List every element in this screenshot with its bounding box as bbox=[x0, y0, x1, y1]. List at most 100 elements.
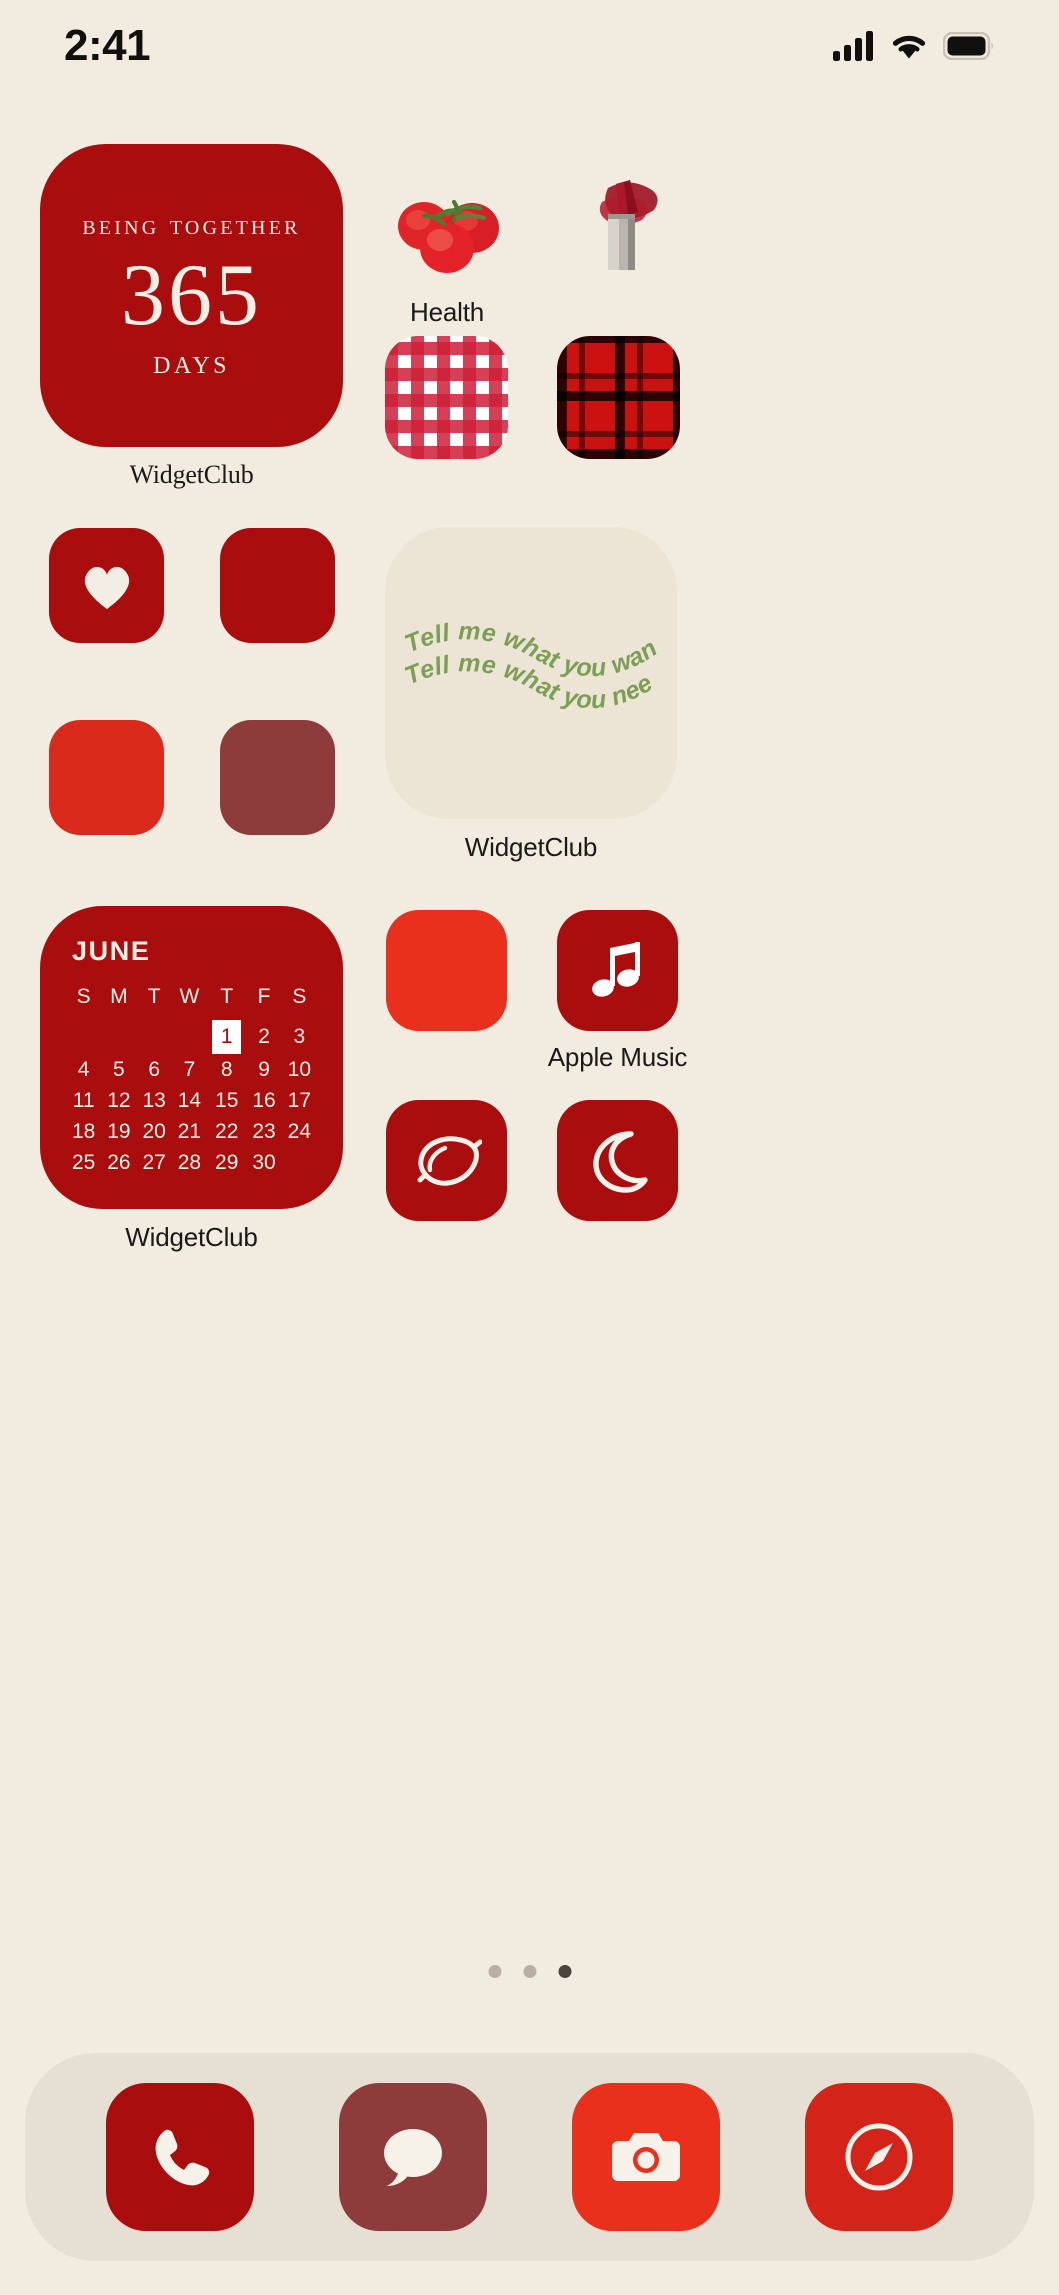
calendar-day-4[interactable]: 4 bbox=[66, 1054, 101, 1085]
calendar-day-number: 29 bbox=[215, 1150, 239, 1174]
calendar-day-empty bbox=[66, 1020, 101, 1054]
page-dot-1[interactable] bbox=[488, 1965, 501, 1978]
calendar-day-number: 22 bbox=[215, 1119, 239, 1143]
dock-item-phone[interactable] bbox=[105, 2083, 254, 2231]
calendar-day-empty bbox=[282, 1147, 317, 1178]
calendar-day-19[interactable]: 19 bbox=[101, 1116, 136, 1147]
calendar-day-3[interactable]: 3 bbox=[282, 1020, 317, 1054]
calendar-day-number: 18 bbox=[71, 1119, 96, 1143]
status-bar-clock: 2:41 bbox=[64, 21, 151, 70]
battery-full-icon bbox=[943, 32, 993, 60]
dock-item-camera[interactable] bbox=[572, 2083, 721, 2231]
app-gingham[interactable] bbox=[385, 336, 508, 459]
calendar-day-number: 21 bbox=[177, 1119, 202, 1143]
app-lipstick[interactable] bbox=[558, 168, 676, 286]
calendar-day-20[interactable]: 20 bbox=[137, 1116, 172, 1147]
calendar-day-1[interactable]: 1 bbox=[207, 1020, 246, 1054]
app-blank-bright-red[interactable] bbox=[49, 720, 164, 835]
calendar-day-23[interactable]: 23 bbox=[246, 1116, 281, 1147]
calendar-day-6[interactable]: 6 bbox=[137, 1054, 172, 1085]
calendar-day-11[interactable]: 11 bbox=[66, 1085, 101, 1116]
calendar-day-number: 20 bbox=[142, 1119, 166, 1143]
calendar-weekday-3: W bbox=[179, 985, 200, 1008]
calendar-days-body: 1 2 3 4 5 6 7 8 9 10 11 12 13 14 15 16 17 18 19 20 21 22 23 24 2… bbox=[66, 1020, 317, 1178]
calendar-month: JUNE bbox=[72, 936, 151, 966]
widget-quote-label: WidgetClub bbox=[464, 832, 598, 862]
widget-calendar[interactable]: JUNE SMTWTFS 1 2 3 4 5 6 7 8 9 10 11 12 13 14 15 16 17 18… bbox=[40, 906, 343, 1252]
calendar-day-25[interactable]: 25 bbox=[66, 1147, 101, 1178]
app-moon[interactable] bbox=[557, 1100, 678, 1221]
calendar-day-16[interactable]: 16 bbox=[246, 1085, 281, 1116]
calendar-day-13[interactable]: 13 bbox=[137, 1085, 172, 1116]
blank-tile-icon bbox=[220, 720, 335, 835]
page-dot-2[interactable] bbox=[523, 1965, 536, 1978]
calendar-day-22[interactable]: 22 bbox=[207, 1116, 246, 1147]
app-lemon[interactable] bbox=[386, 1100, 507, 1221]
calendar-day-number: 3 bbox=[293, 1025, 306, 1048]
calendar-day-5[interactable]: 5 bbox=[101, 1054, 136, 1085]
calendar-day-14[interactable]: 14 bbox=[172, 1085, 207, 1116]
calendar-day-15[interactable]: 15 bbox=[207, 1085, 246, 1116]
calendar-day-number: 9 bbox=[258, 1057, 270, 1081]
dock-item-messages[interactable] bbox=[338, 2083, 487, 2231]
app-plaid[interactable] bbox=[557, 336, 680, 459]
calendar-day-28[interactable]: 28 bbox=[172, 1147, 207, 1178]
calendar-day-7[interactable]: 7 bbox=[172, 1054, 207, 1085]
calendar-day-number: 14 bbox=[177, 1088, 202, 1112]
status-bar-icons bbox=[833, 31, 995, 61]
calendar-weekday-4: T bbox=[220, 985, 234, 1008]
calendar-day-number: 6 bbox=[148, 1057, 160, 1081]
blank-tile-icon bbox=[386, 910, 507, 1031]
calendar-day-number: 23 bbox=[252, 1119, 276, 1143]
calendar-day-number: 4 bbox=[77, 1057, 90, 1081]
page-dot-3[interactable] bbox=[558, 1965, 571, 1978]
camera-icon bbox=[612, 2133, 681, 2181]
calendar-day-18[interactable]: 18 bbox=[66, 1116, 101, 1147]
calendar-day-number: 26 bbox=[107, 1150, 131, 1174]
app-apple-music[interactable]: Apple Music bbox=[548, 910, 687, 1072]
calendar-day-number: 10 bbox=[287, 1057, 311, 1081]
calendar-day-17[interactable]: 17 bbox=[282, 1085, 317, 1116]
calendar-day-21[interactable]: 21 bbox=[172, 1116, 207, 1147]
app-blank-dark-red[interactable] bbox=[220, 528, 335, 643]
app-health[interactable]: Health bbox=[388, 168, 506, 327]
page-indicator[interactable] bbox=[488, 1965, 571, 1978]
calendar-day-empty bbox=[137, 1020, 172, 1054]
dock-item-safari[interactable] bbox=[805, 2083, 954, 2231]
calendar-day-number: 17 bbox=[287, 1088, 311, 1112]
calendar-day-number: 25 bbox=[71, 1150, 96, 1174]
calendar-weekday-6: S bbox=[292, 985, 307, 1008]
app-health-label: Health bbox=[410, 297, 484, 327]
app-blank-scarlet[interactable] bbox=[386, 910, 507, 1031]
calendar-weekday-2: T bbox=[147, 985, 161, 1008]
gingham-pattern-icon bbox=[385, 336, 508, 459]
app-heart[interactable] bbox=[49, 528, 164, 643]
calendar-day-9[interactable]: 9 bbox=[246, 1054, 281, 1085]
quote-line-2: Tell me what you need bbox=[385, 527, 658, 714]
widget-anniversary[interactable]: Being together 365 Days WidgetClub bbox=[40, 144, 343, 489]
crescent-moon-icon bbox=[557, 1100, 678, 1221]
widget-quote[interactable]: Tell me what you want, Tell me what you … bbox=[385, 527, 677, 862]
calendar-day-number: 8 bbox=[220, 1057, 233, 1081]
phone-icon bbox=[155, 2129, 209, 2186]
calendar-day-24[interactable]: 24 bbox=[282, 1116, 317, 1147]
calendar-day-26[interactable]: 26 bbox=[101, 1147, 136, 1178]
calendar-day-27[interactable]: 27 bbox=[137, 1147, 172, 1178]
calendar-weekday-row: SMTWTFS bbox=[66, 985, 317, 1020]
compass-icon bbox=[845, 2123, 913, 2191]
anniversary-unit: Days bbox=[153, 344, 230, 382]
calendar-day-10[interactable]: 10 bbox=[282, 1054, 317, 1085]
message-bubble-icon bbox=[383, 2129, 442, 2186]
svg-text:Tell me what you need: Tell me what you need bbox=[385, 527, 658, 714]
anniversary-count: 365 bbox=[121, 246, 262, 344]
calendar-day-8[interactable]: 8 bbox=[207, 1054, 246, 1085]
calendar-week-row: 25 26 27 28 29 30 bbox=[66, 1147, 317, 1178]
calendar-day-30[interactable]: 30 bbox=[246, 1147, 281, 1178]
calendar-day-number: 19 bbox=[107, 1119, 131, 1143]
calendar-day-2[interactable]: 2 bbox=[246, 1020, 281, 1054]
app-blank-muted-red[interactable] bbox=[220, 720, 335, 835]
calendar-today: 1 bbox=[212, 1020, 242, 1054]
calendar-day-29[interactable]: 29 bbox=[207, 1147, 246, 1178]
calendar-day-12[interactable]: 12 bbox=[101, 1085, 136, 1116]
widget-calendar-label: WidgetClub bbox=[125, 1222, 258, 1252]
